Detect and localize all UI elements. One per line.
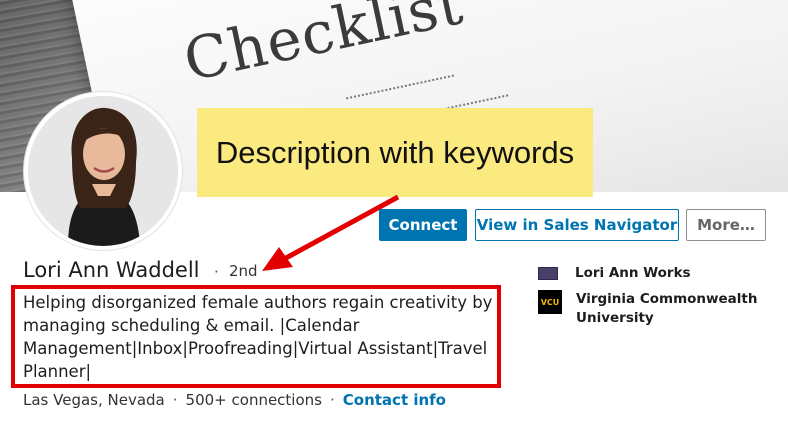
profile-location: Las Vegas, Nevada bbox=[23, 391, 165, 409]
profile-headline: Helping disorganized female authors rega… bbox=[23, 293, 493, 381]
name-degree-separator: · bbox=[214, 263, 219, 281]
profile-avatar[interactable] bbox=[24, 92, 182, 250]
education-label: Virginia Commonwealth University bbox=[576, 291, 758, 326]
current-company-label: Lori Ann Works bbox=[575, 265, 691, 281]
annotation-callout: Description with keywords bbox=[197, 108, 593, 197]
company-logo-icon bbox=[538, 267, 558, 280]
vcu-logo-icon: VCU bbox=[538, 290, 562, 314]
location-row: Las Vegas, Nevada · 500+ connections · Conta… bbox=[23, 391, 446, 409]
avatar-photo bbox=[28, 96, 178, 246]
connect-button[interactable]: Connect bbox=[379, 209, 467, 241]
view-in-sales-navigator-button[interactable]: View in Sales Navigator bbox=[475, 209, 679, 241]
education-item[interactable]: VCU Virginia Commonwealth University bbox=[538, 290, 776, 328]
connection-degree-badge: 2nd bbox=[229, 262, 258, 280]
separator-dot: · bbox=[329, 391, 335, 409]
more-button[interactable]: More… bbox=[686, 209, 766, 241]
separator-dot: · bbox=[172, 391, 178, 409]
connections-count[interactable]: 500+ connections bbox=[186, 391, 322, 409]
profile-name: Lori Ann Waddell bbox=[23, 258, 200, 282]
contact-info-link[interactable]: Contact info bbox=[343, 391, 446, 409]
current-company-item[interactable]: Lori Ann Works bbox=[538, 264, 775, 283]
